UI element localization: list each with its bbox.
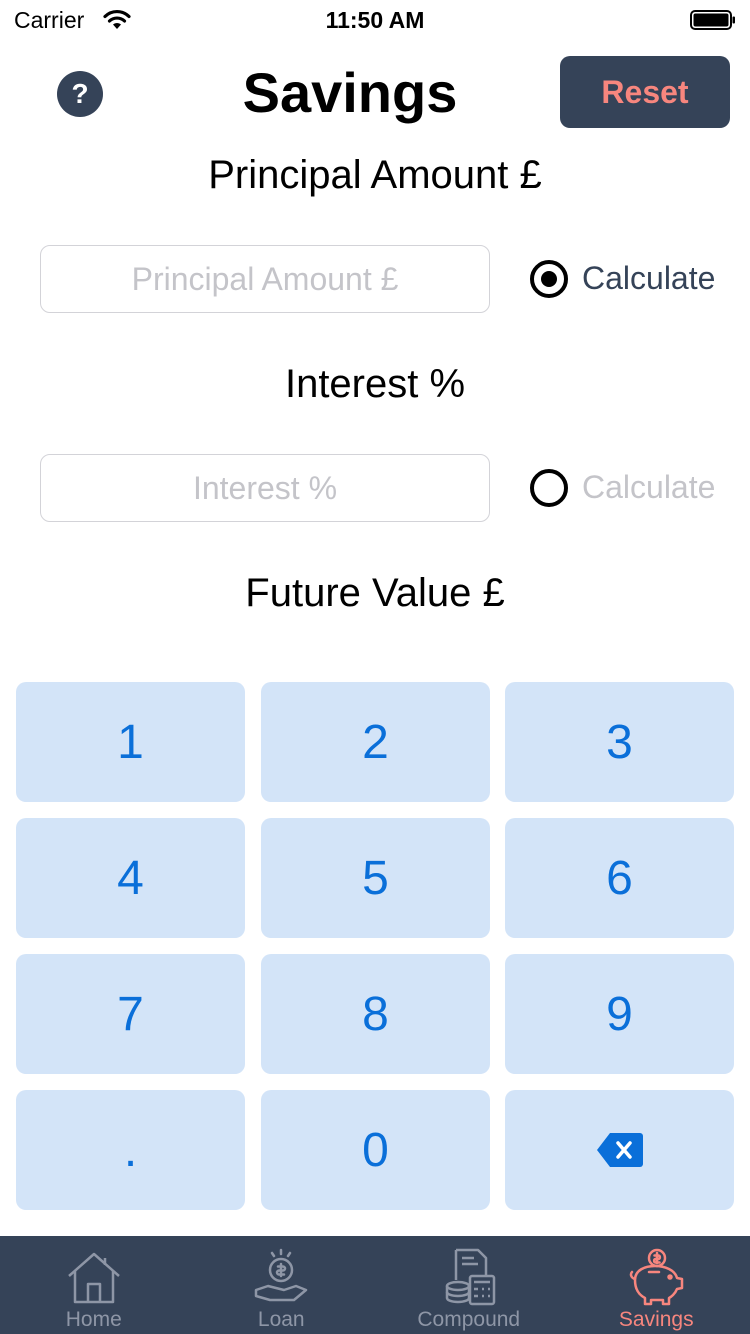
piggy-bank-icon xyxy=(630,1248,684,1306)
tab-home[interactable]: Home xyxy=(0,1236,188,1334)
future-value-label: Future Value £ xyxy=(245,571,505,615)
principal-calculate-label[interactable]: Calculate xyxy=(582,260,715,297)
tab-loan[interactable]: Loan xyxy=(188,1236,376,1334)
interest-input[interactable]: Interest % xyxy=(40,454,490,522)
key-backspace[interactable] xyxy=(505,1090,734,1210)
tab-loan-label: Loan xyxy=(257,1308,305,1331)
interest-calculate-label[interactable]: Calculate xyxy=(582,469,715,506)
key-9[interactable]: 9 xyxy=(505,954,734,1074)
tab-home-label: Home xyxy=(65,1308,122,1331)
tab-savings[interactable]: Savings xyxy=(563,1236,750,1334)
key-4[interactable]: 4 xyxy=(16,818,245,938)
key-1[interactable]: 1 xyxy=(16,682,245,802)
key-7[interactable]: 7 xyxy=(16,954,245,1074)
help-button[interactable]: ? xyxy=(57,71,103,117)
key-5[interactable]: 5 xyxy=(261,818,490,938)
house-icon xyxy=(67,1252,120,1304)
principal-amount-label: Principal Amount £ xyxy=(208,153,542,197)
backspace-icon xyxy=(596,1133,643,1167)
battery-icon xyxy=(690,10,735,30)
question-mark-icon: ? xyxy=(71,78,89,109)
interest-calculate-radio[interactable] xyxy=(530,469,568,507)
key-decimal[interactable]: . xyxy=(16,1090,245,1210)
tab-compound[interactable]: Compound xyxy=(375,1236,563,1334)
page-title: Savings xyxy=(242,61,458,124)
tab-savings-label: Savings xyxy=(618,1308,694,1331)
radio-selected-dot xyxy=(541,271,557,287)
key-6[interactable]: 6 xyxy=(505,818,734,938)
key-2[interactable]: 2 xyxy=(261,682,490,802)
status-bar: Carrier 11:50 AM xyxy=(0,0,750,40)
tab-compound-label: Compound xyxy=(417,1308,521,1331)
calculator-document-icon xyxy=(445,1248,495,1306)
status-time: 11:50 AM xyxy=(325,7,425,33)
key-3[interactable]: 3 xyxy=(505,682,734,802)
interest-label: Interest % xyxy=(284,362,466,406)
principal-calculate-radio[interactable] xyxy=(530,260,568,298)
hand-coin-icon xyxy=(255,1248,308,1302)
reset-button[interactable]: Reset xyxy=(560,56,730,128)
key-8[interactable]: 8 xyxy=(261,954,490,1074)
principal-amount-input[interactable]: Principal Amount £ xyxy=(40,245,490,313)
key-0[interactable]: 0 xyxy=(261,1090,490,1210)
tab-bar: Home Loan Compound Savings xyxy=(0,1236,750,1334)
